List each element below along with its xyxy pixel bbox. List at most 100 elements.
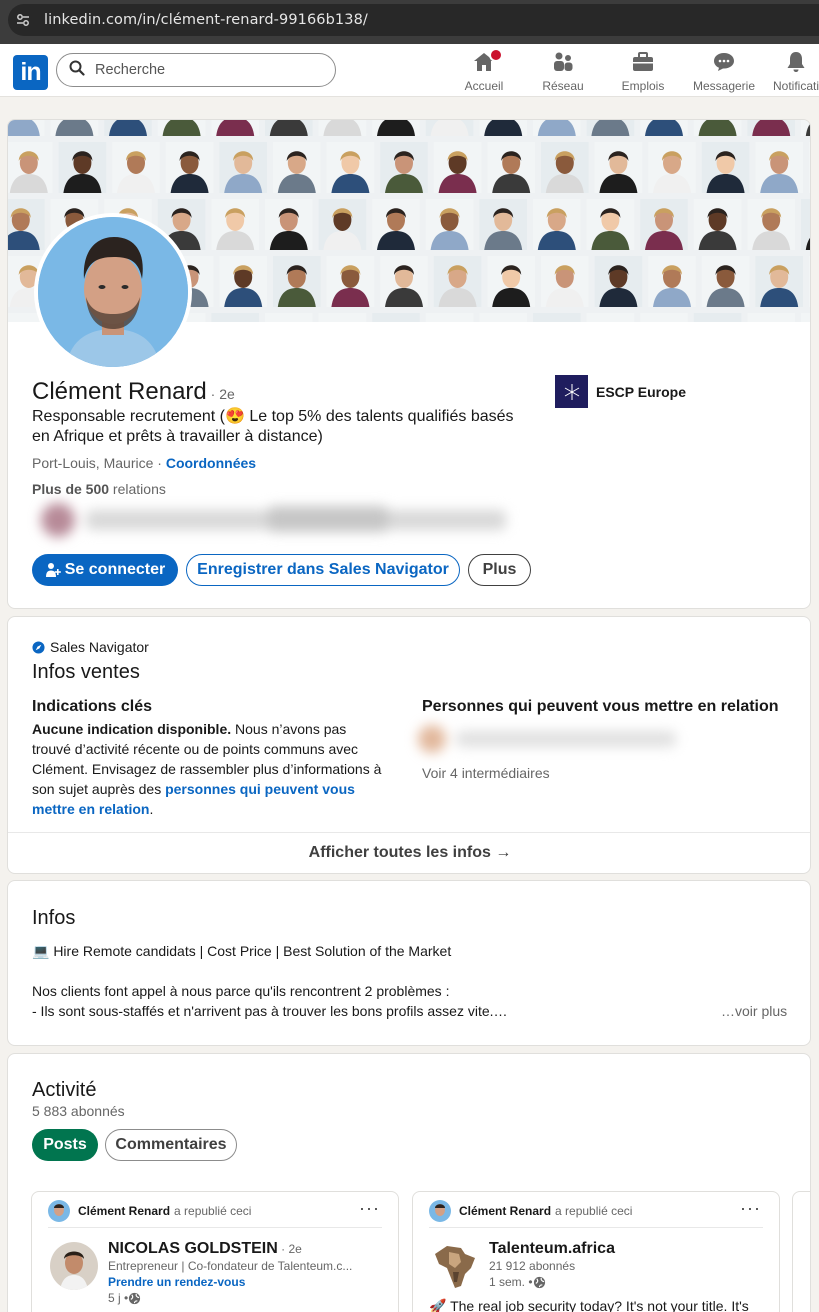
- nav-home[interactable]: Accueil: [461, 48, 507, 94]
- connect-label: Se connecter: [64, 561, 166, 578]
- nav-label: Emplois: [621, 79, 665, 93]
- compass-icon: [32, 640, 45, 654]
- school-name: ESCP Europe: [596, 383, 686, 400]
- show-all-insights-button[interactable]: Afficher toutes les infos →: [8, 844, 810, 862]
- key-signals-text: Aucune indication disponible. Nous n’avo…: [32, 719, 382, 819]
- notification-badge: [489, 48, 503, 62]
- repost-header: Clément Renard a republié ceci: [48, 1200, 251, 1222]
- no-signals-bold: Aucune indication disponible.: [32, 721, 232, 737]
- tab-posts[interactable]: Posts: [32, 1129, 98, 1161]
- post-author: NICOLAS GOLDSTEIN · 2e Entrepreneur | Co…: [108, 1240, 388, 1306]
- see-more-link[interactable]: …voir plus: [721, 1001, 787, 1021]
- followers-count: 5 883 abonnés: [32, 1103, 125, 1119]
- post-time: 1 sem. •: [489, 1274, 759, 1290]
- company-followers: 21 912 abonnés: [489, 1259, 576, 1273]
- search-input[interactable]: [95, 62, 295, 78]
- save-to-sales-navigator-button[interactable]: Enregistrer dans Sales Navigator: [186, 554, 460, 586]
- reposter-avatar: [48, 1200, 70, 1222]
- nav-label: Messagerie: [692, 79, 756, 93]
- sales-insights-title: Infos ventes: [32, 661, 140, 683]
- post-author: Talenteum.africa 21 912 abonnés 1 sem. •: [489, 1240, 759, 1290]
- about-line-2: Nos clients font appel à nous parce qu'i…: [32, 983, 450, 999]
- search-bar[interactable]: [56, 53, 336, 87]
- nav-notifications[interactable]: Notificati: [768, 50, 819, 94]
- profile-card: Clément Renard · 2e Responsable recrutem…: [7, 119, 811, 609]
- author-headline: Entrepreneur | Co-fondateur de Talenteum…: [108, 1259, 353, 1273]
- see-intermediaries-link[interactable]: Voir 4 intermédiaires: [422, 763, 550, 783]
- home-icon: [472, 48, 503, 74]
- company-logo[interactable]: [431, 1242, 479, 1290]
- relations-label: relations: [109, 481, 166, 497]
- relations-count: Plus de 500 relations: [32, 481, 166, 497]
- education-item[interactable]: ESCP Europe: [555, 375, 686, 408]
- author-avatar[interactable]: [50, 1242, 98, 1290]
- mutual-connections-blurred: [28, 496, 532, 544]
- more-button[interactable]: Plus: [468, 554, 531, 586]
- location-text: Port-Louis, Maurice ·: [32, 455, 166, 471]
- activity-title: Activité: [32, 1079, 97, 1101]
- reposter-name: Clément Renard: [78, 1204, 171, 1218]
- connectors-title: Personnes qui peuvent vous mettre en rel…: [422, 698, 779, 715]
- activity-post[interactable]: Clément Renard a republié ceci ··· NICOLA…: [31, 1191, 399, 1312]
- about-title: Infos: [32, 907, 76, 929]
- book-appointment-link[interactable]: Prendre un rendez-vous: [108, 1274, 388, 1290]
- activity-post[interactable]: Clément Renard a republié ceci ··· Talent…: [412, 1191, 780, 1312]
- about-line-1: 💻 Hire Remote candidats | Cost Price | B…: [32, 943, 452, 959]
- activity-post-partial[interactable]: [792, 1191, 810, 1312]
- sales-navigator-brand: Sales Navigator: [32, 639, 149, 655]
- contact-info-link[interactable]: Coordonnées: [166, 455, 256, 471]
- url-field[interactable]: linkedin.com/in/clément-renard-99166b138…: [8, 4, 819, 36]
- url-text: linkedin.com/in/clément-renard-99166b138…: [44, 12, 368, 28]
- repost-label: a republié ceci: [174, 1204, 252, 1218]
- network-icon: [551, 50, 575, 74]
- divider: [8, 832, 810, 833]
- messaging-icon: [712, 50, 736, 74]
- period: .: [149, 801, 154, 817]
- author-degree: · 2e: [277, 1242, 302, 1256]
- profile-headline: Responsable recrutement (😍 Le top 5% des…: [32, 408, 514, 445]
- linkedin-logo[interactable]: in: [13, 55, 48, 90]
- post-time-text: 1 sem. •: [489, 1275, 533, 1289]
- profile-location: Port-Louis, Maurice · Coordonnées: [32, 455, 256, 471]
- repost-label: a republié ceci: [555, 1204, 633, 1218]
- author-name-text: NICOLAS GOLDSTEIN: [108, 1240, 278, 1257]
- browser-address-bar: linkedin.com/in/clément-renard-99166b138…: [0, 0, 819, 44]
- top-navigation: in Accueil Réseau Emplois Messagerie: [0, 44, 819, 97]
- activity-card: Activité 5 883 abonnés Posts Commentaire…: [7, 1053, 811, 1312]
- about-card: Infos 💻 Hire Remote candidats | Cost Pri…: [7, 880, 811, 1046]
- sales-insights-card: Sales Navigator Infos ventes Indications…: [7, 616, 811, 874]
- connect-button[interactable]: Se connecter: [32, 554, 178, 586]
- post-time: 5 j •: [108, 1290, 388, 1306]
- reposter-name: Clément Renard: [459, 1204, 552, 1218]
- relations-number: Plus de 500: [32, 481, 110, 497]
- add-person-icon: [45, 562, 61, 578]
- tab-comments[interactable]: Commentaires: [105, 1129, 237, 1161]
- post-time-text: 5 j •: [108, 1291, 129, 1305]
- repost-header: Clément Renard a republié ceci: [429, 1200, 632, 1222]
- post-text: 🚀 The real job security today? It's not …: [429, 1298, 749, 1312]
- divider: [48, 1227, 382, 1228]
- more-options-icon[interactable]: ···: [359, 1198, 380, 1219]
- bell-icon: [784, 50, 808, 74]
- profile-name-text: Clément Renard: [32, 378, 207, 405]
- company-name[interactable]: Talenteum.africa: [489, 1240, 759, 1258]
- school-logo: [555, 375, 588, 408]
- divider: [429, 1227, 763, 1228]
- nav-jobs[interactable]: Emplois: [620, 50, 666, 94]
- connectors-blurred: [408, 717, 696, 761]
- site-settings-icon[interactable]: [8, 12, 38, 28]
- profile-name: Clément Renard · 2e: [32, 378, 235, 406]
- about-line-3: - Ils sont sous-staffés et n'arrivent pa…: [32, 1003, 508, 1019]
- profile-avatar[interactable]: [34, 213, 192, 371]
- nav-network[interactable]: Réseau: [540, 50, 586, 94]
- more-options-icon[interactable]: ···: [740, 1198, 761, 1219]
- sales-navigator-label: Sales Navigator: [50, 639, 149, 655]
- globe-icon: [128, 1292, 141, 1305]
- nav-label: Accueil: [464, 79, 504, 93]
- reposter-avatar: [429, 1200, 451, 1222]
- nav-messaging[interactable]: Messagerie: [692, 50, 756, 94]
- nav-label: Notificati: [772, 79, 819, 93]
- search-icon: [69, 60, 85, 81]
- globe-icon: [533, 1276, 546, 1289]
- author-name[interactable]: NICOLAS GOLDSTEIN · 2e: [108, 1240, 388, 1258]
